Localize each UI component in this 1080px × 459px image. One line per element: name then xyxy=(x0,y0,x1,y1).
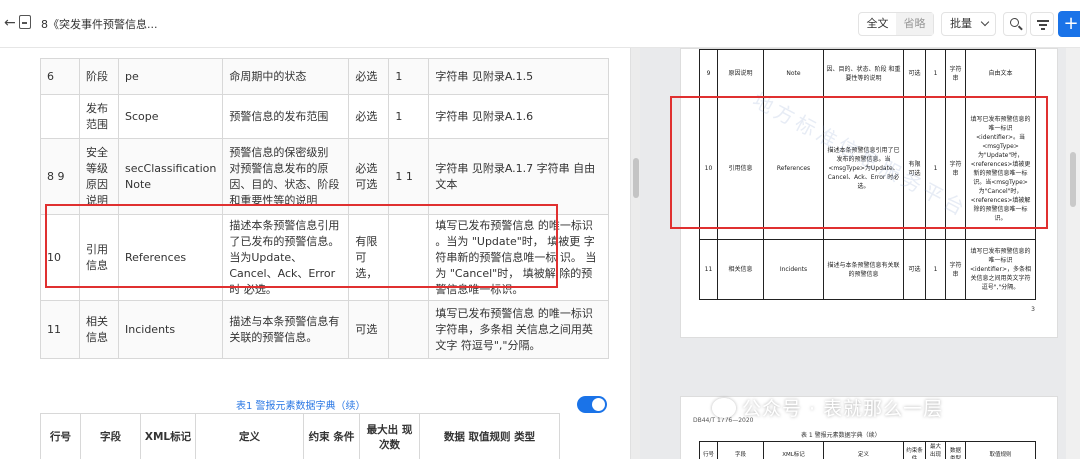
cell-no xyxy=(40,94,80,139)
table-header-continued: 行号 字段 XML标记 定义 约束 条件 最大出 现次数 数据 取值规则 类型 xyxy=(40,413,560,459)
header-cell: XML标记 xyxy=(140,413,196,459)
table-row: 9 原因说明 Note 因、目的、状态、阶段 和重要性等的说明 可选 1 字符串… xyxy=(699,49,1036,98)
cell-count: 1 xyxy=(925,49,946,98)
cell-name: 相关信息 xyxy=(79,300,119,359)
right-scrollbar[interactable] xyxy=(1066,48,1080,459)
table-row: 发布范围 Scope 预警信息的发布范围 必选 1 字符串 见附录A.1.6 xyxy=(40,94,610,139)
cell-no: 11 xyxy=(699,239,718,300)
table-row: 11 相关信息 Incidents 描述与本条预警信息有关联的预警信息。 可选 … xyxy=(40,300,610,359)
cell-rule: 填写已发布预警信息的唯一标识<identifier>，多条相关信息之间用英文字符… xyxy=(965,239,1036,300)
header-cell: 行号 xyxy=(40,413,81,459)
cell-dtype: 字符串 xyxy=(945,49,966,98)
cell-type: 填写已发布预警信息 的唯一标识 字符串，多条相 关信息之间用英文字 符逗号","… xyxy=(428,300,610,359)
header-cell: 取值规则 xyxy=(965,441,1036,459)
cell-count: 1 xyxy=(388,94,430,139)
cell-count: 1 xyxy=(388,58,430,95)
header-cell: 约束条件 xyxy=(903,441,926,459)
highlight-box xyxy=(670,96,1048,229)
header-cell: 最大出现次数 xyxy=(925,441,946,459)
page-number: 3 xyxy=(1031,306,1035,313)
table-row: 6 阶段 pe 命周期中的状态 必选 1 字符串 见附录A.1.5 xyxy=(40,58,610,95)
cell-xml: Incidents xyxy=(117,300,224,359)
filter-button[interactable] xyxy=(1030,12,1054,36)
left-scrollbar[interactable] xyxy=(630,48,640,459)
view-brief-button[interactable]: 省略 xyxy=(896,13,933,35)
cell-dtype: 字符串 xyxy=(945,239,966,300)
header-cell: 定义 xyxy=(823,441,904,459)
header-cell: 约束 条件 xyxy=(303,413,360,459)
view-full-button[interactable]: 全文 xyxy=(859,13,896,35)
document-title: 8《突发事件预警信息... xyxy=(41,18,158,31)
cell-rule: 自由文本 xyxy=(965,49,1036,98)
cell-no: 6 xyxy=(40,58,80,95)
cell-xml: pe xyxy=(117,58,224,95)
cell-def: 命周期中的状态 xyxy=(222,58,350,95)
cell-no: 9 xyxy=(699,49,718,98)
batch-label: 批量 xyxy=(950,17,972,30)
cell-xml: Scope xyxy=(117,94,224,139)
table-caption: 表1 警报元素数据字典（续） xyxy=(236,401,366,412)
left-text-panel: 6 阶段 pe 命周期中的状态 必选 1 字符串 见附录A.1.5 发布范围 S… xyxy=(0,48,630,459)
cell-name: 原因说明 xyxy=(717,49,764,98)
cell-name: 阶段 xyxy=(79,58,119,95)
search-button[interactable] xyxy=(1003,12,1027,36)
header-cell: 最大出 现次数 xyxy=(359,413,420,459)
cell-type: 字符串 见附录A.1.5 xyxy=(428,58,610,95)
sync-toggle[interactable] xyxy=(577,396,607,413)
add-button[interactable]: + xyxy=(1058,11,1080,37)
header-cell: 字段 xyxy=(717,441,764,459)
chevron-down-icon xyxy=(980,17,990,27)
cell-req: 可选 xyxy=(348,300,390,359)
cell-type: 字符串 见附录A.1.6 xyxy=(428,94,610,139)
cell-count xyxy=(388,300,430,359)
pdf-table-header: 行号 字段 XML标记 定义 约束条件 最大出现次数 数据类型 取值规则 xyxy=(699,441,1036,459)
cell-no: 11 xyxy=(40,300,80,359)
scroll-thumb[interactable] xyxy=(633,158,639,198)
cell-count: 1 xyxy=(925,239,946,300)
table-row: 11 相关信息 Incidents 描述与本条预警信息有关联的预警信息 可选 1… xyxy=(699,239,1036,300)
cell-req: 必选 xyxy=(348,94,390,139)
cell-name: 发布范围 xyxy=(79,94,119,139)
header-cell: 定义 xyxy=(195,413,304,459)
view-mode-toggle: 全文 省略 xyxy=(858,12,934,36)
header-cell: 字段 xyxy=(80,413,141,459)
cell-req: 可选 xyxy=(903,49,926,98)
header-cell: 数据 取值规则 类型 xyxy=(419,413,560,459)
batch-dropdown[interactable]: 批量 xyxy=(941,12,996,36)
scroll-thumb[interactable] xyxy=(1070,152,1076,207)
back-arrow-icon[interactable]: ← xyxy=(4,15,16,31)
wechat-logo-icon xyxy=(712,398,736,418)
cell-def: 预警信息的发布范围 xyxy=(222,94,350,139)
footer-watermark: 公众号 · 表就那么一层 xyxy=(742,398,944,420)
cell-def: 因、目的、状态、阶段 和重要性等的说明 xyxy=(823,49,904,98)
cell-def: 描述与本条预警信息有关联的预警信息。 xyxy=(222,300,350,359)
top-toolbar: ← 8《突发事件预警信息... 全文 省略 批量 + xyxy=(0,0,1080,48)
table-caption: 表 1 警报元素数据字典（续） xyxy=(801,432,881,439)
cell-def: 描述与本条预警信息有关联的预警信息 xyxy=(823,239,904,300)
right-pdf-panel: 9 原因说明 Note 因、目的、状态、阶段 和重要性等的说明 可选 1 字符串… xyxy=(640,48,1066,459)
cell-name: 相关信息 xyxy=(717,239,764,300)
document-icon xyxy=(19,15,31,29)
highlight-box xyxy=(45,204,558,288)
header-cell: XML标记 xyxy=(763,441,824,459)
cell-req: 可选 xyxy=(903,239,926,300)
header-cell: 数据类型 xyxy=(945,441,966,459)
cell-req: 必选 xyxy=(348,58,390,95)
header-cell: 行号 xyxy=(699,441,718,459)
cell-xml: Incidents xyxy=(763,239,824,300)
